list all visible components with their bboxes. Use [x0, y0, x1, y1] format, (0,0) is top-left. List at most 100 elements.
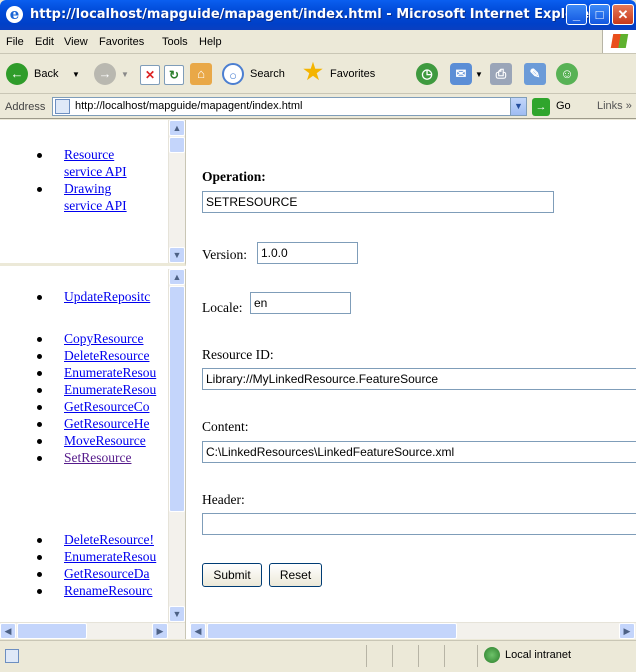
forward-dropdown-icon[interactable]: ▼	[121, 70, 129, 79]
reset-button[interactable]: Reset	[269, 563, 322, 587]
left-top-frame: Resource service API Drawing service API ▲…	[0, 120, 186, 266]
forward-button[interactable]: → ▼	[94, 63, 134, 87]
operation-link[interactable]: UpdateRepositc	[64, 289, 150, 304]
operation-link[interactable]: GetResourceDa	[64, 566, 149, 581]
submit-button[interactable]: Submit	[202, 563, 262, 587]
resource-id-input[interactable]: Library://MyLinkedResource.FeatureSource	[202, 368, 636, 390]
mail-icon: ✉	[450, 63, 472, 85]
scroll-thumb[interactable]	[207, 623, 457, 639]
scroll-left-icon[interactable]: ◀	[190, 623, 206, 639]
scroll-thumb[interactable]	[169, 137, 185, 153]
address-dropdown-icon[interactable]: ▼	[510, 98, 526, 115]
operation-link[interactable]: DeleteResource	[64, 348, 149, 363]
refresh-icon[interactable]: ↻	[164, 65, 184, 85]
list-item: CopyResource	[0, 330, 156, 347]
header-input[interactable]	[202, 513, 636, 535]
menu-view[interactable]: View	[64, 36, 88, 48]
resource-service-api-link[interactable]: Resource service API	[64, 147, 127, 179]
menu-tools[interactable]: Tools	[162, 36, 188, 48]
version-input[interactable]: 1.0.0	[257, 242, 358, 264]
menu-bar: File Edit View Favorites Tools Help	[0, 30, 636, 54]
locale-input[interactable]: en	[250, 292, 351, 314]
list-item: MoveResource	[0, 432, 156, 449]
mail-dropdown-icon[interactable]: ▼	[475, 70, 483, 79]
scroll-thumb[interactable]	[17, 623, 87, 639]
left-bottom-vertical-scrollbar[interactable]: ▲ ▼	[168, 269, 185, 622]
scroll-right-icon[interactable]: ▶	[619, 623, 635, 639]
status-divider	[418, 645, 419, 667]
home-icon: ⌂	[190, 63, 212, 85]
favorites-star-icon: ★	[303, 59, 323, 84]
menu-help[interactable]: Help	[199, 36, 222, 48]
messenger-button[interactable]: ☺	[556, 63, 584, 87]
scroll-up-icon[interactable]: ▲	[169, 269, 185, 285]
operation-link[interactable]: EnumerateResou	[64, 382, 156, 397]
history-button[interactable]: ◷	[416, 63, 440, 87]
close-button[interactable]: ✕	[612, 4, 634, 25]
back-arrow-icon: ←	[6, 63, 28, 85]
operation-link[interactable]: EnumerateResou	[64, 549, 156, 564]
left-top-vertical-scrollbar[interactable]: ▲ ▼	[168, 120, 185, 263]
edit-button[interactable]: ✎	[524, 63, 548, 87]
page-icon	[55, 99, 70, 114]
links-button[interactable]: Links »	[597, 100, 632, 112]
list-item: RenameResourc	[0, 582, 156, 599]
scroll-up-icon[interactable]: ▲	[169, 120, 185, 136]
messenger-icon: ☺	[556, 63, 578, 85]
edit-icon: ✎	[524, 63, 546, 85]
operation-link[interactable]: MoveResource	[64, 433, 146, 448]
operation-link[interactable]: EnumerateResou	[64, 365, 156, 380]
service-api-list: Resource service API Drawing service API	[0, 146, 127, 214]
menu-favorites[interactable]: Favorites	[99, 36, 144, 48]
menu-file[interactable]: File	[6, 36, 24, 48]
address-url[interactable]: http://localhost/mapguide/mapagent/index…	[75, 100, 302, 112]
back-dropdown-icon[interactable]: ▼	[72, 70, 80, 79]
list-item: DeleteResource	[0, 347, 156, 364]
operation-link[interactable]: GetResourceHe	[64, 416, 149, 431]
list-item: GetResourceHe	[0, 415, 156, 432]
status-divider	[392, 645, 393, 667]
list-item: UpdateRepositc	[0, 288, 150, 305]
mail-button[interactable]: ✉ ▼	[450, 63, 486, 87]
operation-link[interactable]: RenameResourc	[64, 583, 152, 598]
print-button[interactable]: ⎙	[490, 63, 514, 87]
stop-icon[interactable]: ✕	[140, 65, 160, 85]
left-bottom-frame: UpdateRepositc CopyResource DeleteResour…	[0, 269, 186, 639]
ie-logo-icon: e	[6, 6, 23, 23]
list-item: DeleteResource!	[0, 531, 156, 548]
main-horizontal-scrollbar[interactable]: ◀ ▶	[190, 622, 636, 639]
scroll-right-icon[interactable]: ▶	[152, 623, 168, 639]
left-bottom-horizontal-scrollbar[interactable]: ◀ ▶	[0, 622, 185, 639]
menu-edit[interactable]: Edit	[35, 36, 54, 48]
address-input[interactable]: http://localhost/mapguide/mapagent/index…	[52, 97, 527, 116]
content-input[interactable]: C:\LinkedResources\LinkedFeatureSource.x…	[202, 441, 636, 463]
operation-link[interactable]: CopyResource	[64, 331, 143, 346]
back-button[interactable]: ← Back ▼	[6, 63, 90, 87]
operation-group-2: CopyResource DeleteResource EnumerateRes…	[0, 330, 156, 466]
go-arrow-icon: →	[532, 98, 550, 116]
list-item: EnumerateResou	[0, 548, 156, 565]
favorites-button[interactable]: ★ Favorites	[302, 59, 398, 87]
operation-input[interactable]: SETRESOURCE	[202, 191, 554, 213]
operation-link[interactable]: DeleteResource!	[64, 532, 154, 547]
maximize-button[interactable]: □	[589, 4, 610, 25]
header-label: Header:	[202, 492, 245, 507]
version-label: Version:	[202, 247, 247, 262]
drawing-service-api-link[interactable]: Drawing service API	[64, 181, 127, 213]
scroll-down-icon[interactable]: ▼	[169, 606, 185, 622]
list-item: Resource service API	[0, 146, 127, 180]
operation-link[interactable]: GetResourceCo	[64, 399, 149, 414]
search-button[interactable]: ○ Search	[222, 63, 296, 87]
go-button[interactable]: → Go	[532, 98, 586, 116]
content-label: Content:	[202, 419, 249, 434]
scroll-left-icon[interactable]: ◀	[0, 623, 16, 639]
window-title: http://localhost/mapguide/mapagent/index…	[30, 7, 596, 22]
operation-group-1: UpdateRepositc	[0, 288, 150, 305]
minimize-button[interactable]: _	[566, 4, 587, 25]
history-icon: ◷	[416, 63, 438, 85]
home-button[interactable]: ⌂	[190, 63, 214, 87]
scroll-down-icon[interactable]: ▼	[169, 247, 185, 263]
set-resource-link[interactable]: SetResource	[64, 450, 131, 465]
windows-logo-icon	[602, 30, 636, 53]
scroll-thumb[interactable]	[169, 286, 185, 512]
